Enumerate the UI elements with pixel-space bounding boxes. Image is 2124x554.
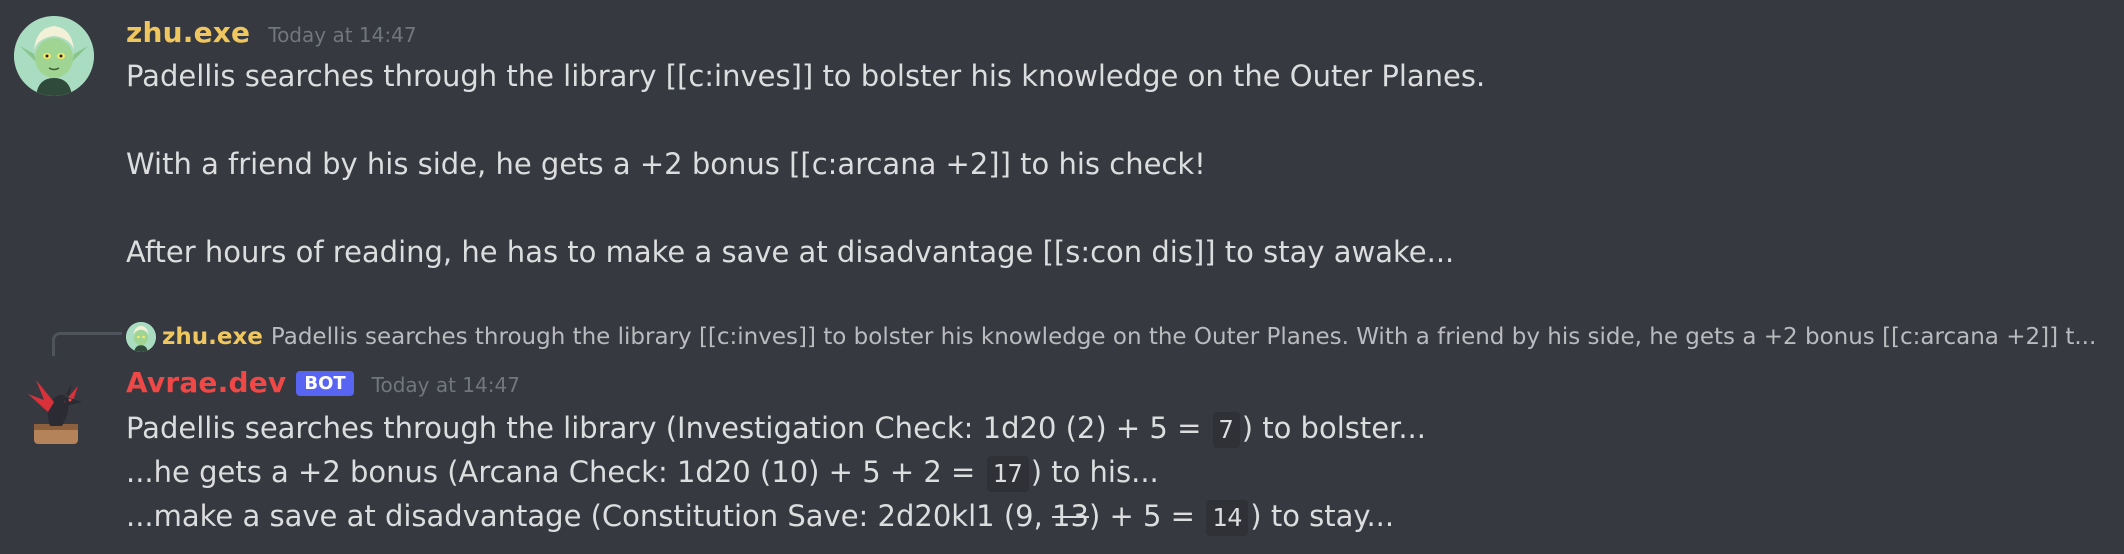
reply-connector [52,332,122,356]
message-line: With a friend by his side, he gets a +2 … [126,147,1206,181]
username-avrae[interactable]: Avrae.dev [126,366,286,399]
roll-text: ) + 5 = [1088,499,1205,533]
roll-line: Padellis searches through the library (I… [126,410,1426,448]
message-header: zhu.exe Today at 14:47 [126,16,417,49]
user-avatar-icon[interactable] [14,16,94,96]
bot-badge: BOT [296,371,354,396]
message-line: Padellis searches through the library [[… [126,59,1486,93]
roll-text: ) to his... [1030,455,1159,489]
roll-text: ) to bolster... [1241,411,1426,445]
reply-avatar-icon [126,322,156,352]
timestamp[interactable]: Today at 14:47 [372,373,520,397]
message-header: Avrae.dev BOT Today at 14:47 [126,366,520,399]
bot-avatar-icon[interactable] [14,372,94,452]
chat-log: zhu.exe Today at 14:47 Padellis searches… [0,0,2124,554]
reply-preview[interactable]: zhu.exe Padellis searches through the li… [126,322,2106,352]
dropped-roll: 13 [1052,499,1089,533]
roll-text: ) to stay... [1250,499,1395,533]
message-line: After hours of reading, he has to make a… [126,235,1455,269]
roll-text: ...make a save at disadvantage (Constitu… [126,499,1053,533]
reply-username[interactable]: zhu.exe [162,324,263,350]
roll-line: ...he gets a +2 bonus (Arcana Check: 1d2… [126,454,1159,492]
roll-text: Padellis searches through the library (I… [126,411,1211,445]
roll-text: ...he gets a +2 bonus (Arcana Check: 1d2… [126,455,985,489]
roll-line: ...make a save at disadvantage (Constitu… [126,498,1394,536]
username-zhu[interactable]: zhu.exe [126,16,250,49]
reply-text[interactable]: Padellis searches through the library [[… [271,324,2096,350]
roll-result: 14 [1206,500,1249,536]
timestamp[interactable]: Today at 14:47 [268,23,416,47]
roll-result: 7 [1212,412,1240,448]
roll-result: 17 [986,456,1029,492]
